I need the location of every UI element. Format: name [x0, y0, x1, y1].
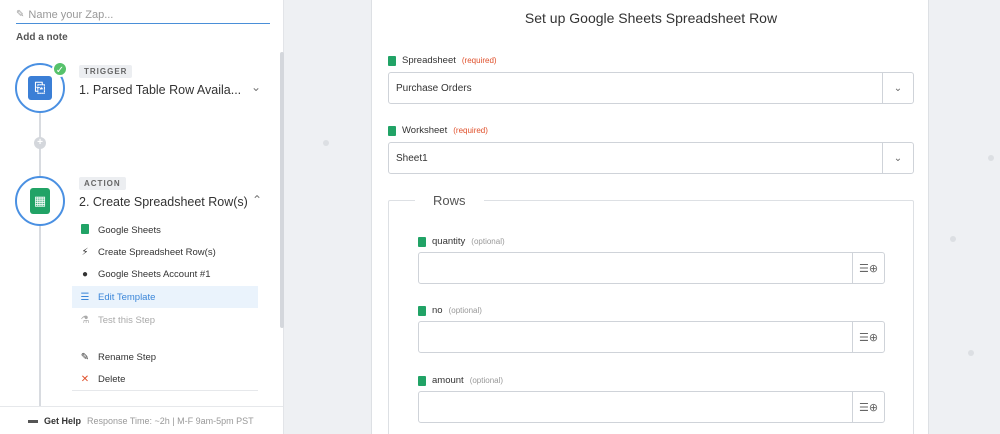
- no-input[interactable]: [419, 322, 852, 352]
- page-title: Set up Google Sheets Spreadsheet Row: [524, 10, 778, 26]
- amount-input[interactable]: [419, 392, 852, 422]
- step-connector-line: [39, 226, 41, 406]
- insert-data-icon[interactable]: ☰⊕: [852, 253, 884, 283]
- google-sheets-icon: [418, 236, 426, 247]
- quantity-label-text: quantity: [432, 236, 466, 247]
- optional-marker: (optional): [448, 306, 482, 315]
- sub-item-create-row[interactable]: ⚡ Create Spreadsheet Row(s): [72, 241, 258, 263]
- sub-item-account[interactable]: ● Google Sheets Account #1: [72, 263, 258, 285]
- spreadsheet-label: Spreadsheet (required): [388, 55, 497, 66]
- action-tag: ACTION: [79, 177, 126, 190]
- chevron-up-icon[interactable]: ⌃: [252, 193, 262, 207]
- delete-step-label: Delete: [98, 373, 126, 385]
- background-dot: [988, 155, 994, 161]
- rows-fieldset: Rows quantity (optional) ☰⊕ no (optional…: [388, 193, 914, 434]
- quantity-field[interactable]: ☰⊕: [418, 252, 885, 284]
- rows-legend: Rows: [415, 193, 484, 208]
- sidebar-scrollbar[interactable]: [280, 52, 284, 328]
- amount-label-text: amount: [432, 375, 464, 386]
- amount-label: amount (optional): [418, 375, 503, 386]
- required-marker: (required): [453, 126, 488, 135]
- zap-name-placeholder: Name your Zap...: [28, 8, 114, 21]
- google-sheets-icon: [388, 55, 396, 66]
- background-dot: [968, 350, 974, 356]
- zap-editor-sidebar: ✎ Name your Zap... Add a note + ⎘ ✓ TRIG…: [0, 0, 284, 434]
- no-field[interactable]: ☰⊕: [418, 321, 885, 353]
- add-step-plus-icon[interactable]: +: [34, 137, 46, 149]
- close-icon: ✕: [80, 373, 90, 385]
- bolt-icon: ⚡: [81, 246, 89, 258]
- required-marker: (required): [461, 56, 497, 65]
- insert-data-icon[interactable]: ☰⊕: [852, 322, 884, 352]
- zap-name-input[interactable]: ✎ Name your Zap...: [16, 6, 270, 24]
- trigger-step-title[interactable]: 1. Parsed Table Row Availa...: [79, 83, 241, 97]
- action-step-title[interactable]: 2. Create Spreadsheet Row(s): [79, 195, 248, 209]
- lines-icon: ☰: [80, 291, 90, 303]
- quantity-label: quantity (optional): [418, 236, 505, 247]
- response-time-text: Response Time: ~2h | M-F 9am-5pm PST: [87, 415, 254, 426]
- trigger-tag: TRIGGER: [79, 65, 133, 78]
- get-help-label[interactable]: Get Help: [44, 416, 81, 426]
- rename-step-label: Rename Step: [98, 351, 157, 363]
- get-help-bar[interactable]: ▬ Get Help Response Time: ~2h | M-F 9am-…: [0, 406, 283, 434]
- add-note-link[interactable]: Add a note: [16, 32, 68, 43]
- google-sheets-icon: [388, 125, 396, 136]
- flask-icon: ⚗: [80, 314, 90, 326]
- sub-item-label: Create Spreadsheet Row(s): [98, 246, 216, 258]
- optional-marker: (optional): [469, 376, 504, 385]
- google-sheets-icon: [418, 305, 426, 316]
- pencil-icon: ✎: [16, 9, 25, 20]
- insert-data-icon[interactable]: ☰⊕: [852, 392, 884, 422]
- sub-item-label: Google Sheets Account #1: [98, 268, 211, 280]
- worksheet-select[interactable]: Sheet1 ⌄: [388, 142, 914, 174]
- worksheet-label-text: Worksheet: [402, 125, 448, 136]
- divider: [72, 390, 258, 391]
- sub-item-label: Google Sheets: [98, 224, 161, 236]
- action-step-icon[interactable]: ▦: [15, 176, 65, 226]
- optional-marker: (optional): [471, 237, 505, 246]
- sub-item-google-sheets[interactable]: Google Sheets: [72, 219, 258, 241]
- pencil-icon: ✎: [80, 351, 90, 363]
- rename-step-button[interactable]: ✎ Rename Step: [72, 346, 258, 368]
- check-icon: ✓: [52, 61, 68, 77]
- background-dot: [323, 140, 329, 146]
- worksheet-label: Worksheet (required): [388, 125, 488, 136]
- sub-item-label: Test this Step: [98, 314, 156, 326]
- sub-item-label: Edit Template: [98, 291, 156, 303]
- spreadsheet-value: Purchase Orders: [396, 82, 472, 94]
- google-sheets-icon: ▦: [30, 188, 50, 214]
- amount-field[interactable]: ☰⊕: [418, 391, 885, 423]
- sub-item-test-step[interactable]: ⚗ Test this Step: [72, 309, 258, 331]
- chat-icon: ▬: [28, 415, 38, 426]
- parser-app-icon: ⎘: [28, 76, 52, 100]
- chevron-down-icon[interactable]: ⌄: [882, 143, 913, 173]
- user-icon: ●: [81, 268, 89, 280]
- sub-item-edit-template[interactable]: ☰ Edit Template: [72, 286, 258, 308]
- chevron-down-icon[interactable]: ⌄: [882, 73, 913, 103]
- chevron-down-icon[interactable]: ⌄: [251, 80, 261, 94]
- worksheet-value: Sheet1: [396, 152, 428, 164]
- google-sheets-icon: [80, 223, 90, 237]
- quantity-input[interactable]: [419, 253, 852, 283]
- template-editor-panel: Set up Google Sheets Spreadsheet Row Spr…: [371, 0, 929, 434]
- spreadsheet-select[interactable]: Purchase Orders ⌄: [388, 72, 914, 104]
- no-label: no (optional): [418, 305, 482, 316]
- google-sheets-icon: [418, 375, 426, 386]
- spreadsheet-label-text: Spreadsheet: [402, 55, 456, 66]
- no-label-text: no: [432, 305, 443, 316]
- delete-step-button[interactable]: ✕ Delete: [72, 368, 258, 390]
- background-dot: [950, 236, 956, 242]
